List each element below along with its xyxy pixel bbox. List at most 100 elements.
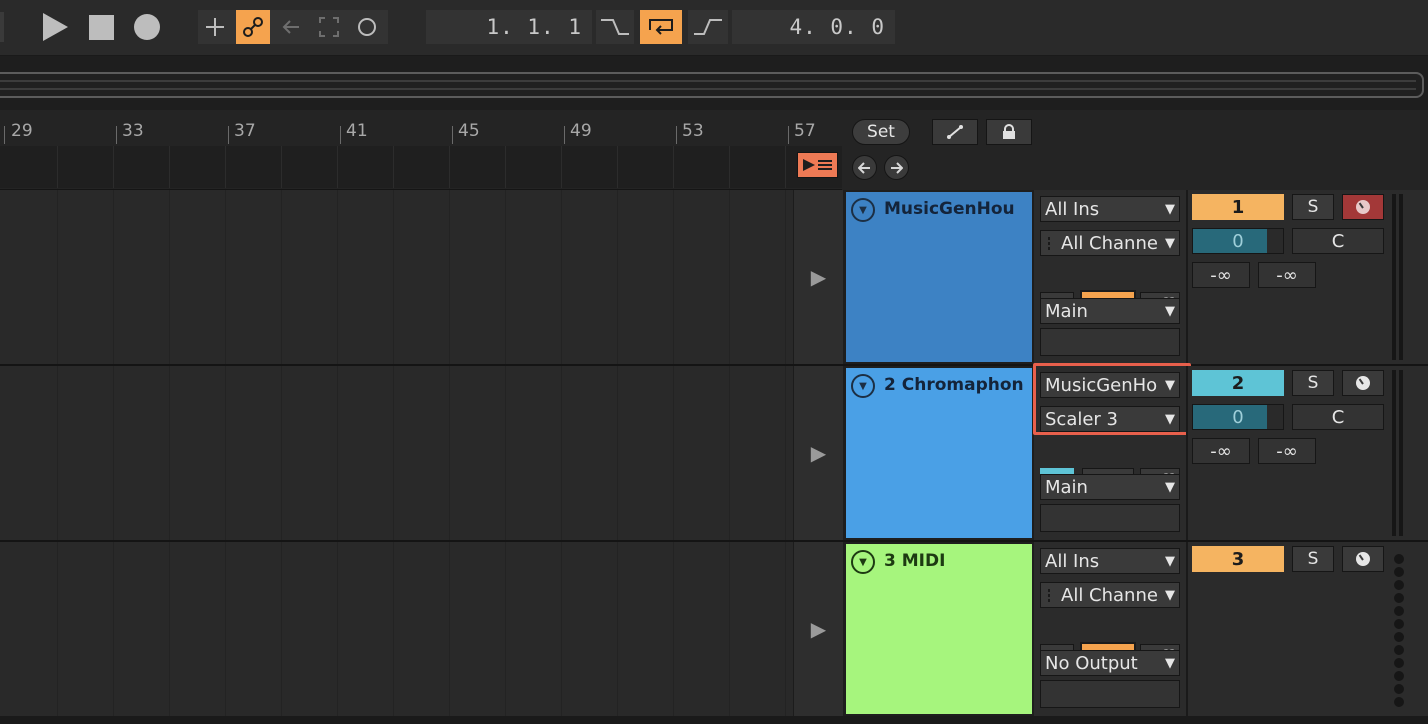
back-to-arrangement-icon[interactable] — [276, 10, 306, 44]
set-button[interactable]: Set — [852, 119, 910, 145]
bar-tick — [676, 126, 677, 144]
dropdown-arrow-icon: ▼ — [1165, 587, 1175, 603]
clip-launch-icon[interactable]: ▶ — [793, 190, 843, 364]
loop-length[interactable]: 4. 0. 0 — [732, 10, 895, 44]
level-meter — [1392, 370, 1406, 536]
song-position[interactable]: 1. 1. 1 — [426, 10, 592, 44]
clip-launch-icon[interactable]: ▶ — [793, 366, 843, 540]
arrow-left-icon[interactable] — [852, 155, 877, 180]
volume-slider[interactable]: 0 — [1192, 228, 1284, 254]
punch-in-icon[interactable] — [596, 10, 634, 44]
track-row: ▶ ▼ 2 Chromaphon MusicGenHo▼ Scaler 3▼ I… — [0, 363, 1428, 542]
solo-button[interactable]: S — [1292, 194, 1334, 220]
output-channel-box[interactable] — [1040, 328, 1180, 356]
arm-button[interactable] — [1342, 546, 1384, 572]
bar-tick — [116, 126, 117, 144]
clip-launch-icon[interactable]: ▶ — [793, 542, 843, 716]
dropdown-arrow-icon: ▼ — [1165, 235, 1175, 251]
arm-clock-icon — [1356, 552, 1370, 566]
track-header[interactable]: ▼ MusicGenHou — [846, 192, 1032, 362]
input-channel-dropdown[interactable]: All Channe ▼ — [1040, 230, 1180, 256]
track-header[interactable]: ▼ 3 MIDI — [846, 544, 1032, 714]
pan-control[interactable]: C — [1292, 404, 1384, 430]
fold-chevron-icon[interactable]: ▼ — [851, 374, 875, 398]
send-b-control[interactable]: -∞ — [1258, 262, 1316, 288]
bar-tick — [340, 126, 341, 144]
output-dropdown[interactable]: Main ▼ — [1040, 474, 1180, 500]
bottom-edge — [0, 716, 1428, 724]
output-channel-box[interactable] — [1040, 680, 1180, 708]
output-dropdown[interactable]: No Output ▼ — [1040, 650, 1180, 676]
set-panel — [842, 110, 1428, 190]
track-activator-button[interactable]: 3 — [1192, 546, 1284, 572]
add-icon[interactable] — [198, 10, 232, 44]
send-a-control[interactable]: -∞ — [1192, 438, 1250, 464]
transport-edge — [0, 12, 4, 42]
input-type-dropdown[interactable]: MusicGenHo ▼ — [1040, 372, 1180, 398]
arrangement-lane[interactable] — [0, 366, 793, 540]
bar-tick — [228, 126, 229, 144]
bar-label: 45 — [458, 121, 480, 141]
bar-label: 33 — [122, 121, 144, 141]
send-b-control[interactable]: -∞ — [1258, 438, 1316, 464]
fold-chevron-icon[interactable]: ▼ — [851, 550, 875, 574]
record-icon[interactable] — [133, 13, 161, 41]
arrow-right-icon[interactable] — [884, 155, 909, 180]
bar-label: 49 — [570, 121, 592, 141]
track-header[interactable]: ▼ 2 Chromaphon — [846, 368, 1032, 538]
arrangement-lane[interactable] — [0, 190, 793, 364]
level-meter — [1392, 194, 1406, 360]
bar-label: 29 — [11, 121, 33, 141]
arm-clock-icon — [1356, 200, 1370, 214]
track-row: ▶ ▼ 3 MIDI All Ins▼ All Channe▼ In Auto … — [0, 542, 1428, 718]
dropdown-arrow-icon: ▼ — [1165, 655, 1175, 671]
input-type-dropdown[interactable]: All Ins ▼ — [1040, 548, 1180, 574]
input-channel-dropdown[interactable]: All Channe ▼ — [1040, 582, 1180, 608]
overview-viewport[interactable] — [0, 72, 1424, 98]
track-name[interactable]: 3 MIDI — [884, 551, 1030, 571]
solo-button[interactable]: S — [1292, 546, 1334, 572]
grip-icon — [1041, 231, 1057, 255]
volume-slider[interactable]: 0 — [1192, 404, 1284, 430]
dropdown-arrow-icon: ▼ — [1165, 553, 1175, 569]
track-name[interactable]: 2 Chromaphon — [884, 375, 1030, 395]
arm-button[interactable] — [1342, 194, 1384, 220]
dropdown-arrow-icon: ▼ — [1165, 201, 1175, 217]
output-channel-box[interactable] — [1040, 504, 1180, 532]
capture-icon[interactable] — [312, 10, 346, 44]
follow-icon[interactable] — [797, 152, 838, 178]
arrangement-overview[interactable] — [0, 56, 1428, 110]
midi-meter — [1394, 554, 1406, 710]
arrangement-lane[interactable] — [0, 542, 793, 716]
solo-button[interactable]: S — [1292, 370, 1334, 396]
bar-label: 37 — [234, 121, 256, 141]
input-type-dropdown[interactable]: All Ins ▼ — [1040, 196, 1180, 222]
grip-icon — [1041, 583, 1057, 607]
punch-out-icon[interactable] — [688, 10, 728, 44]
loop-icon[interactable] — [640, 10, 682, 44]
session-record-icon[interactable] — [350, 10, 384, 44]
pan-control[interactable]: C — [1292, 228, 1384, 254]
arm-button[interactable] — [1342, 370, 1384, 396]
bar-label: 53 — [682, 121, 704, 141]
stop-icon[interactable] — [88, 14, 114, 40]
play-icon[interactable] — [40, 12, 70, 42]
dropdown-arrow-icon: ▼ — [1165, 479, 1175, 495]
track-activator-button[interactable]: 2 — [1192, 370, 1284, 396]
send-a-control[interactable]: -∞ — [1192, 262, 1250, 288]
lock-icon[interactable] — [986, 119, 1032, 145]
dropdown-arrow-icon: ▼ — [1165, 377, 1175, 393]
track-name[interactable]: MusicGenHou — [884, 199, 1030, 219]
automation-mode-icon[interactable] — [236, 10, 270, 44]
bar-label: 57 — [794, 121, 816, 141]
beat-time-ruler[interactable]: 29 33 37 41 45 49 53 57 — [0, 110, 842, 190]
draw-mode-icon[interactable] — [932, 119, 978, 145]
input-channel-dropdown[interactable]: Scaler 3 ▼ — [1040, 406, 1180, 432]
dropdown-arrow-icon: ▼ — [1165, 303, 1175, 319]
fold-chevron-icon[interactable]: ▼ — [851, 198, 875, 222]
track-activator-button[interactable]: 1 — [1192, 194, 1284, 220]
ruler-lane — [0, 146, 842, 188]
output-dropdown[interactable]: Main ▼ — [1040, 298, 1180, 324]
arm-clock-icon — [1356, 376, 1370, 390]
transport-bar: 1. 1. 1 4. 0. 0 — [0, 0, 1428, 56]
